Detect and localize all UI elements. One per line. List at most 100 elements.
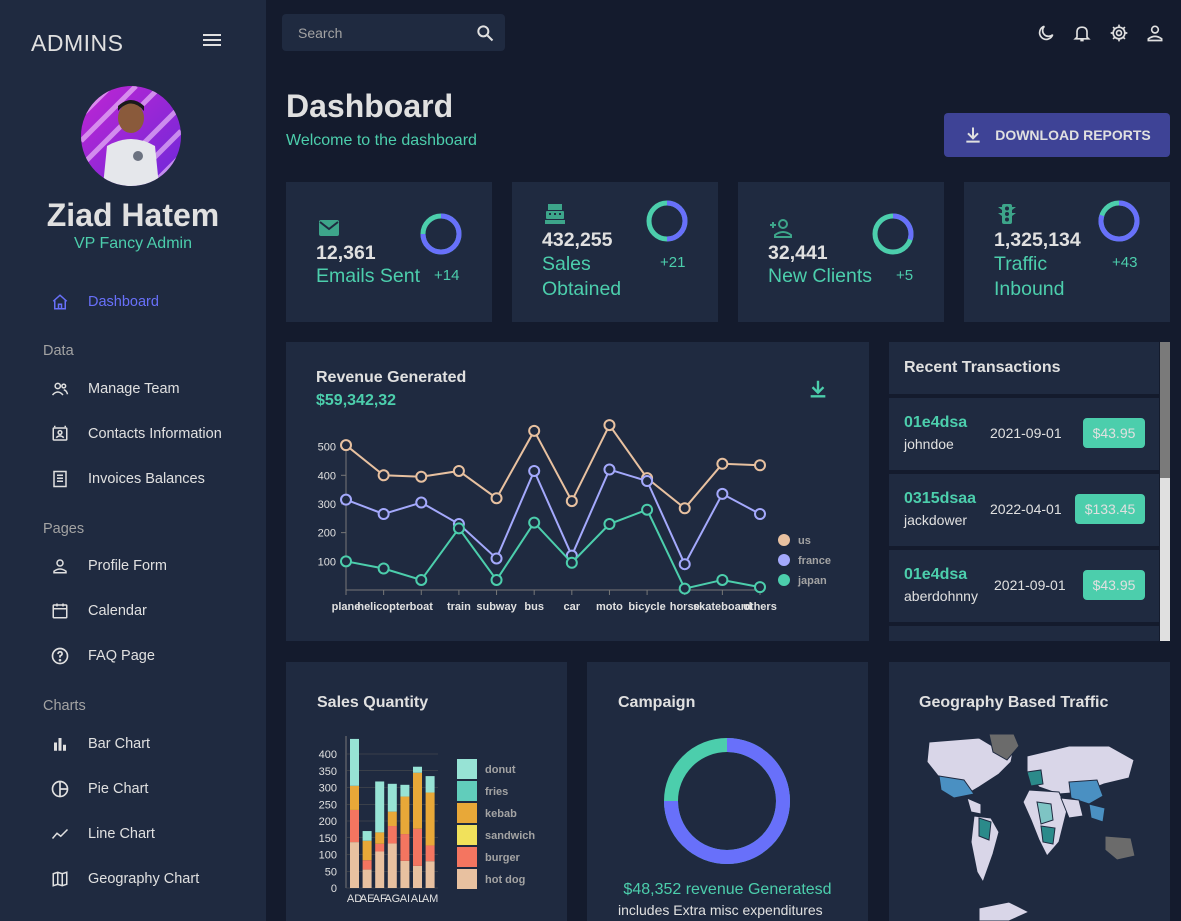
data-point [565, 556, 578, 569]
sidebar-item-calendar[interactable]: Calendar [50, 596, 147, 626]
bar-segment-hot-dog [413, 865, 422, 888]
geography-title: Geography Based Traffic [919, 694, 1109, 711]
bar-segment-sandwich [387, 811, 397, 827]
geography-panel: Geography Based Traffic [889, 662, 1170, 921]
data-point [603, 463, 616, 476]
sidebar-item-pie-chart[interactable]: Pie Chart [50, 774, 148, 804]
scrollbar-thumb[interactable] [1160, 342, 1170, 478]
data-point [340, 439, 352, 452]
world-map [926, 733, 1136, 921]
section-label-pages: Pages [43, 521, 85, 537]
user-name: Ziad Hatem [46, 197, 220, 233]
y-tick-label: 300 [318, 499, 336, 511]
bar-segment-sandwich [350, 785, 359, 810]
scrollbar[interactable] [1160, 342, 1170, 641]
transaction-date: 2021-09-01 [994, 577, 1066, 593]
sidebar-item-line-chart[interactable]: Line Chart [50, 819, 155, 849]
sidebar-item-faq[interactable]: FAQ Page [50, 641, 155, 671]
sidebar-item-bar-chart[interactable]: Bar Chart [50, 729, 150, 759]
bar-segment-donut [362, 831, 372, 841]
data-point [678, 502, 691, 515]
sidebar-item-label: Manage Team [88, 381, 180, 397]
legend-label: us [798, 535, 811, 547]
settings-icon[interactable] [1109, 23, 1129, 43]
stat-increase: +43 [1112, 254, 1138, 271]
stat-label: Sales [542, 253, 591, 275]
y-tick-label: 100 [319, 850, 337, 862]
sidebar-item-profile[interactable]: Profile Form [50, 551, 167, 581]
bar-segment-sandwich [400, 796, 410, 835]
y-tick-label: 150 [319, 833, 337, 845]
transaction-cost: $43.95 [1083, 570, 1145, 600]
bar-segment-donut [387, 783, 397, 812]
bar-segment-hot-dog [375, 851, 385, 888]
download-reports-button[interactable]: DOWNLOAD REPORTS [944, 113, 1170, 157]
dark-mode-icon[interactable] [1036, 23, 1056, 43]
bar-segment-sandwich [425, 792, 435, 846]
progress-circle [1098, 200, 1140, 242]
legend-swatch [457, 781, 477, 801]
campaign-title: Campaign [618, 694, 696, 711]
user-role: VP Fancy Admin [74, 235, 192, 252]
bar-segment-hot-dog [350, 842, 359, 888]
sidebar: ADMINS Ziad Hatem VP Fancy Admin Dashboa… [0, 0, 266, 921]
stat-increase: +21 [660, 254, 686, 271]
data-point [452, 522, 465, 535]
sidebar-item-dashboard[interactable]: Dashboard [50, 287, 159, 317]
data-point [641, 503, 654, 516]
stat-value: 32,441 [768, 242, 828, 264]
sidebar-item-contacts[interactable]: Contacts Information [50, 419, 222, 449]
download-icon [963, 125, 983, 145]
y-tick-label: 50 [325, 866, 337, 878]
bar-segment-burger [375, 843, 385, 852]
stat-label-line-2: Obtained [542, 278, 622, 300]
traffic-icon [994, 202, 1020, 226]
person-icon[interactable] [1145, 23, 1165, 43]
notifications-icon[interactable] [1072, 23, 1092, 43]
revenue-panel: Revenue Generated $59,342,32 100 200 300 40… [286, 342, 869, 641]
transaction-user: aberdohnny [904, 588, 978, 604]
transaction-date: 2022-04-01 [990, 501, 1062, 517]
map-icon [50, 869, 70, 889]
point-of-sale-icon [542, 202, 568, 226]
progress-circle [420, 213, 462, 255]
legend-swatch [778, 554, 790, 566]
data-point [716, 457, 729, 470]
legend-swatch [778, 534, 790, 546]
stat-label: Emails Sent [316, 265, 421, 287]
sidebar-item-geography[interactable]: Geography Chart [50, 864, 199, 894]
legend-label: france [798, 555, 831, 567]
progress-circle [872, 213, 914, 255]
calendar-icon [50, 601, 70, 621]
stat-box-emails: 12,361 Emails Sent +14 [286, 182, 492, 322]
data-point [678, 582, 691, 595]
x-tick-label: car [564, 601, 581, 613]
stat-value: 12,361 [316, 242, 376, 264]
timeline-icon [50, 824, 70, 844]
transaction-user: jackdower [904, 512, 968, 528]
x-tick-label: AI [400, 893, 410, 905]
bar-segment-donut [350, 738, 359, 786]
menu-icon[interactable] [203, 34, 221, 50]
search-input[interactable] [282, 24, 462, 41]
campaign-panel: Campaign $48,352 revenue Generatesd incl… [587, 662, 868, 921]
y-tick-label: 250 [319, 799, 337, 811]
section-label-charts: Charts [43, 698, 86, 714]
search-icon[interactable] [475, 23, 495, 43]
sidebar-item-invoices[interactable]: Invoices Balances [50, 464, 205, 494]
bar-segment-burger [350, 809, 359, 843]
transaction-user: johndoe [904, 436, 954, 452]
data-point [754, 581, 766, 594]
y-tick-label: 400 [319, 749, 337, 761]
sidebar-item-manage-team[interactable]: Manage Team [50, 374, 180, 404]
stat-value: 432,255 [542, 229, 613, 251]
data-point [377, 469, 390, 482]
data-point [754, 459, 766, 472]
y-tick-label: 0 [331, 883, 337, 895]
progress-arc [666, 200, 688, 242]
bar-chart-icon [50, 734, 70, 754]
stat-box-traffic: 1,325,134 Traffic Inbound +43 [964, 182, 1170, 322]
campaign-note: includes Extra misc expenditures [618, 902, 823, 918]
x-tick-label: AM [422, 893, 439, 905]
page-title: Dashboard [286, 88, 454, 124]
